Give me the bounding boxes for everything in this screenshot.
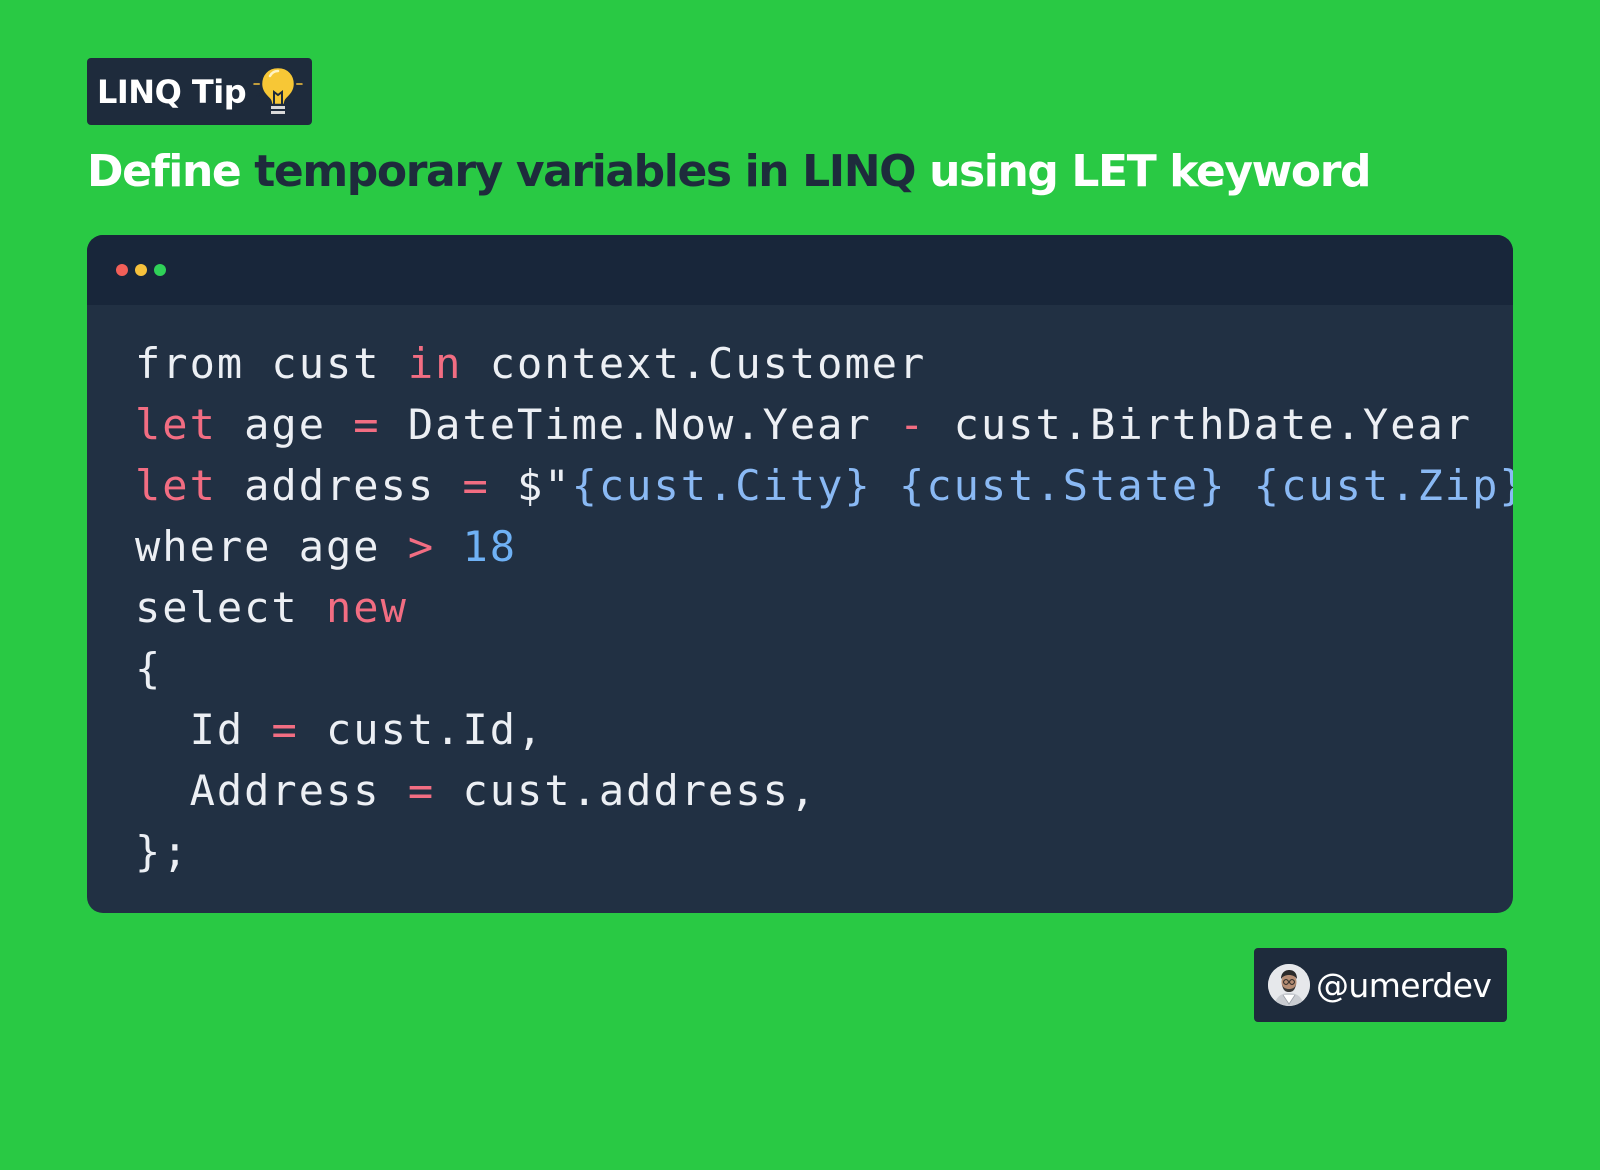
code-token: in <box>407 339 463 388</box>
avatar <box>1268 964 1310 1006</box>
code-token: - <box>899 400 927 449</box>
code-token: select <box>135 583 327 632</box>
code-token: $" <box>489 461 572 510</box>
code-token: = <box>462 461 490 510</box>
code-token: let <box>135 461 217 510</box>
minimize-dot-icon <box>135 264 147 276</box>
code-token: = <box>353 400 381 449</box>
code-line: }; <box>135 821 1513 882</box>
code-token: Id <box>135 705 272 754</box>
code-token: DateTime.Now.Year <box>380 400 900 449</box>
code-line: let address = $"{cust.City} {cust.State}… <box>135 455 1513 516</box>
window-title-bar <box>87 235 1513 305</box>
code-token: {cust.Zip} <box>1253 461 1513 510</box>
code-line: Address = cust.address, <box>135 760 1513 821</box>
code-window: from cust in context.Customer let age = D… <box>87 235 1513 913</box>
page-title: Define temporary variables in LINQ using… <box>87 146 1372 197</box>
code-token: > <box>407 522 436 571</box>
code-line: { <box>135 638 1513 699</box>
code-token: where age <box>135 522 408 571</box>
lightbulb-icon <box>253 65 303 119</box>
code-token: cust.BirthDate.Year <box>926 400 1473 449</box>
author-badge[interactable]: @umerdev <box>1254 948 1507 1022</box>
title-part: Define <box>87 146 255 197</box>
badge-label: LINQ Tip <box>97 72 247 111</box>
author-handle[interactable]: @umerdev <box>1316 966 1492 1005</box>
code-token: Address <box>135 766 408 815</box>
code-token: cust.Id, <box>298 705 545 754</box>
code-token: from cust <box>135 339 408 388</box>
code-token: { <box>135 644 163 693</box>
code-token: address <box>216 461 463 510</box>
code-token: {cust.State} <box>899 461 1227 510</box>
code-line: from cust in context.Customer <box>135 333 1513 394</box>
code-token: age <box>216 400 354 449</box>
code-token: cust.address, <box>435 766 818 815</box>
code-token: = <box>407 766 436 815</box>
code-token: context.Customer <box>462 339 927 388</box>
code-token: = <box>271 705 299 754</box>
code-line: Id = cust.Id, <box>135 699 1513 760</box>
code-line: select new <box>135 577 1513 638</box>
code-token: }; <box>135 827 190 876</box>
title-part: using LET keyword <box>929 146 1371 197</box>
code-line: let age = DateTime.Now.Year - cust.Birth… <box>135 394 1513 455</box>
code-token: new <box>326 583 408 632</box>
code-token: {cust.City} <box>571 461 872 510</box>
title-part: temporary variables in LINQ <box>254 146 930 197</box>
code-token: 18 <box>462 522 518 571</box>
close-dot-icon <box>116 264 128 276</box>
tip-badge: LINQ Tip <box>87 58 312 125</box>
code-token: let <box>135 400 217 449</box>
code-block: from cust in context.Customer let age = D… <box>135 333 1513 882</box>
code-line: where age > 18 <box>135 516 1513 577</box>
maximize-dot-icon <box>154 264 166 276</box>
